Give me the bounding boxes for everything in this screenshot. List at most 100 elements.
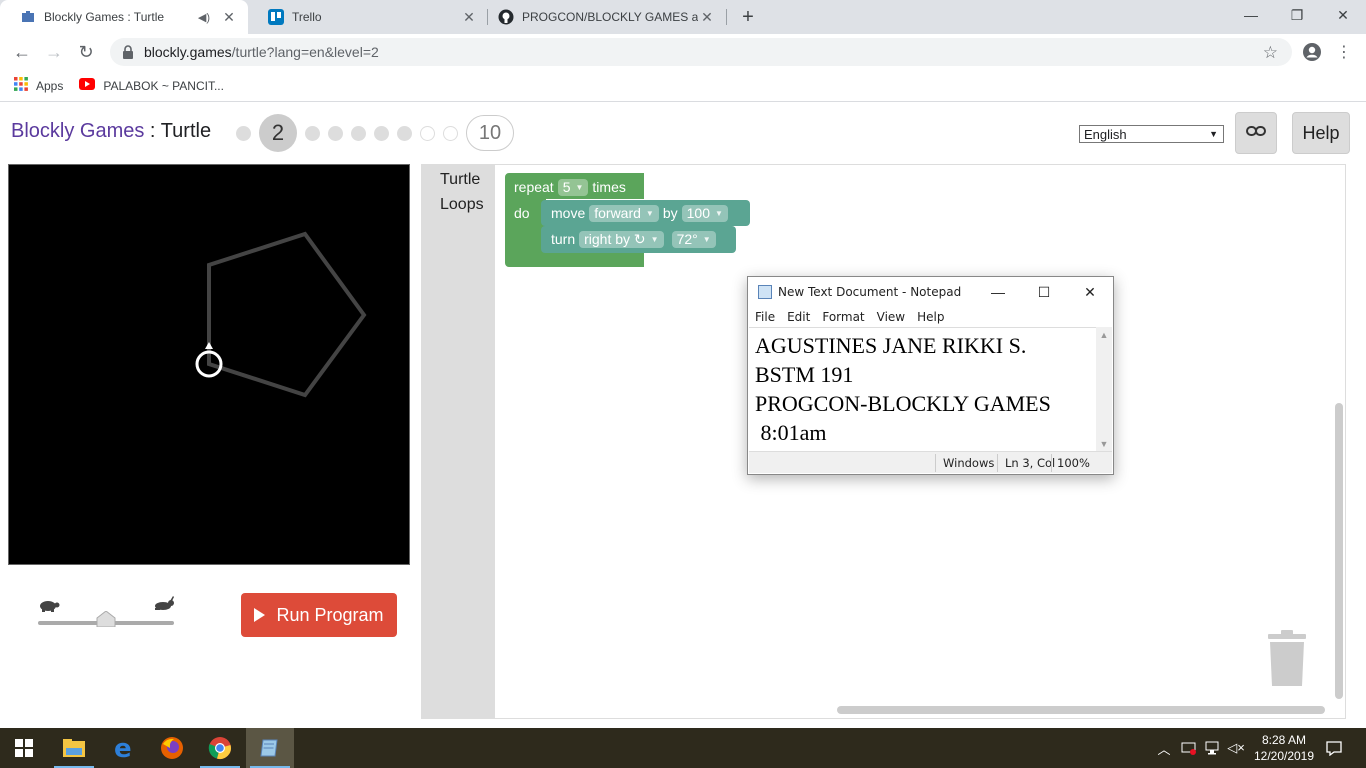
move-by-label: by	[662, 205, 678, 221]
move-block-content[interactable]: move forward ▼ by 100 ▼	[551, 203, 732, 223]
menu-file[interactable]: File	[755, 310, 775, 324]
workspace-horizontal-scrollbar[interactable]	[837, 706, 1325, 714]
menu-kebab-icon[interactable]: ⋮	[1334, 42, 1354, 62]
chrome-icon[interactable]	[196, 728, 244, 768]
toolbox-category-loops[interactable]: Loops	[422, 192, 495, 217]
edge-icon[interactable]: e	[100, 728, 148, 768]
repeat-do-label: do	[514, 205, 530, 221]
menu-format[interactable]: Format	[822, 310, 864, 324]
system-clock[interactable]: 8:28 AM 12/20/2019	[1246, 732, 1322, 764]
level-dot-3[interactable]	[305, 125, 320, 141]
dropdown-arrow-icon: ▼	[645, 208, 654, 218]
status-zoom: 100%	[1057, 456, 1090, 470]
file-explorer-icon[interactable]	[50, 728, 98, 768]
text-line: AGUSTINES JANE RIKKI S.	[755, 333, 1027, 358]
run-program-label: Run Program	[276, 604, 384, 625]
turn-direction-field[interactable]: right by ↻ ▼	[579, 230, 664, 248]
help-button[interactable]: Help	[1292, 112, 1350, 154]
notepad-close-button[interactable]: ✕	[1067, 277, 1113, 307]
notepad-icon	[758, 285, 772, 299]
battery-alert-icon[interactable]	[1178, 728, 1200, 768]
show-hidden-icons-icon[interactable]: ︿	[1154, 728, 1174, 768]
bookmark-apps[interactable]: Apps	[14, 77, 63, 94]
browser-tab-strip: Blockly Games : Turtle ◀) ✕ Trello ✕ PRO…	[0, 0, 1366, 34]
last-level[interactable]: 10	[466, 115, 514, 151]
bookmarks-bar: Apps PALABOK ~ PANCIT...	[0, 70, 1366, 102]
close-tab-icon[interactable]: ✕	[220, 8, 238, 26]
level-dot-5[interactable]	[351, 125, 366, 141]
restore-window-button[interactable]: ❐	[1274, 0, 1320, 30]
notepad-maximize-button[interactable]: ☐	[1021, 277, 1067, 307]
back-button[interactable]: ←	[8, 38, 36, 66]
slider-thumb[interactable]	[96, 610, 116, 628]
notifications-icon[interactable]	[1322, 728, 1346, 768]
minimize-window-button[interactable]: —	[1228, 0, 1274, 30]
reload-button[interactable]: ↻	[72, 38, 100, 66]
notepad-minimize-button[interactable]: —	[975, 277, 1021, 307]
repeat-times-label: times	[592, 179, 626, 195]
bookmark-star-icon[interactable]: ☆	[1263, 43, 1278, 63]
trash-can-icon[interactable]	[1266, 630, 1306, 688]
level-dot-8[interactable]	[420, 125, 435, 141]
language-select[interactable]: English ▼	[1079, 125, 1224, 143]
scroll-down-icon[interactable]: ▼	[1096, 436, 1112, 452]
text-line: 8:01am	[755, 420, 827, 445]
blockly-games-link[interactable]: Blockly Games	[11, 120, 144, 142]
link-button[interactable]	[1235, 112, 1277, 154]
move-direction-field[interactable]: forward ▼	[589, 204, 659, 222]
forward-button[interactable]: →	[40, 38, 68, 66]
notepad-title: New Text Document - Notepad	[778, 285, 962, 299]
level-dot-4[interactable]	[328, 125, 343, 141]
browser-toolbar: ← → ↻ blockly.games/turtle?lang=en&level…	[0, 34, 1366, 70]
repeat-block-header[interactable]: repeat 5 ▼ times	[514, 177, 626, 197]
clock-date: 12/20/2019	[1253, 749, 1315, 763]
speed-slider[interactable]	[38, 596, 178, 633]
close-window-button[interactable]: ✕	[1320, 0, 1366, 30]
menu-edit[interactable]: Edit	[787, 310, 810, 324]
menu-help[interactable]: Help	[917, 310, 944, 324]
link-icon	[1246, 124, 1266, 142]
network-icon[interactable]	[1202, 728, 1224, 768]
new-tab-button[interactable]: +	[737, 6, 759, 28]
tab-title: PROGCON/BLOCKLY GAMES at r	[522, 10, 698, 24]
dropdown-arrow-icon: ▼	[715, 208, 723, 218]
menu-view[interactable]: View	[877, 310, 905, 324]
scroll-up-icon[interactable]: ▲	[1096, 327, 1112, 343]
current-level[interactable]: 2	[259, 114, 297, 152]
notepad-vertical-scrollbar[interactable]: ▲ ▼	[1096, 327, 1112, 452]
level-selector: 2 10	[236, 114, 514, 152]
notepad-menubar: File Edit Format View Help	[748, 307, 1113, 326]
volume-muted-icon[interactable]: ◁×	[1226, 728, 1246, 768]
tab-blockly-games[interactable]: Blockly Games : Turtle ◀) ✕	[0, 0, 248, 34]
dropdown-arrow-icon: ▼	[1209, 129, 1218, 139]
address-bar[interactable]: blockly.games/turtle?lang=en&level=2 ☆	[110, 38, 1292, 66]
play-icon	[254, 608, 266, 622]
level-dot-1[interactable]	[236, 125, 251, 141]
bookmark-palabok[interactable]: PALABOK ~ PANCIT...	[79, 78, 224, 93]
audio-playing-icon[interactable]: ◀)	[198, 11, 210, 24]
level-dot-7[interactable]	[397, 125, 412, 141]
level-dot-6[interactable]	[374, 125, 389, 141]
workspace-vertical-scrollbar[interactable]	[1335, 403, 1343, 699]
toolbox: Turtle Loops	[422, 165, 495, 718]
tab-trello[interactable]: Trello ✕	[248, 0, 488, 34]
turtle-heading-icon	[205, 342, 213, 349]
repeat-count-field[interactable]: 5 ▼	[557, 178, 589, 196]
windows-start-icon[interactable]	[0, 728, 48, 768]
toolbox-category-turtle[interactable]: Turtle	[422, 167, 495, 192]
profile-avatar-icon[interactable]	[1302, 42, 1322, 62]
tab-github[interactable]: PROGCON/BLOCKLY GAMES at r ✕	[478, 0, 726, 34]
close-tab-icon[interactable]: ✕	[698, 8, 716, 26]
url-text: blockly.games/turtle?lang=en&level=2	[144, 44, 379, 60]
blockly-page: Blockly Games : Turtle 2 10 English ▼ He…	[0, 103, 1366, 728]
run-program-button[interactable]: Run Program	[241, 593, 397, 637]
turn-angle-field[interactable]: 72° ▼	[671, 230, 716, 248]
notepad-text-area[interactable]: AGUSTINES JANE RIKKI S. BSTM 191 PROGCON…	[749, 327, 1098, 452]
close-tab-icon[interactable]: ✕	[460, 8, 478, 26]
firefox-icon[interactable]	[148, 728, 196, 768]
level-dot-9[interactable]	[443, 125, 458, 141]
move-distance-field[interactable]: 100 ▼	[681, 204, 728, 222]
notepad-taskbar-icon[interactable]	[246, 728, 294, 768]
turn-block-content[interactable]: turn right by ↻ ▼ 72° ▼	[551, 229, 720, 249]
notepad-window[interactable]: New Text Document - Notepad — ☐ ✕ File E…	[747, 276, 1114, 475]
